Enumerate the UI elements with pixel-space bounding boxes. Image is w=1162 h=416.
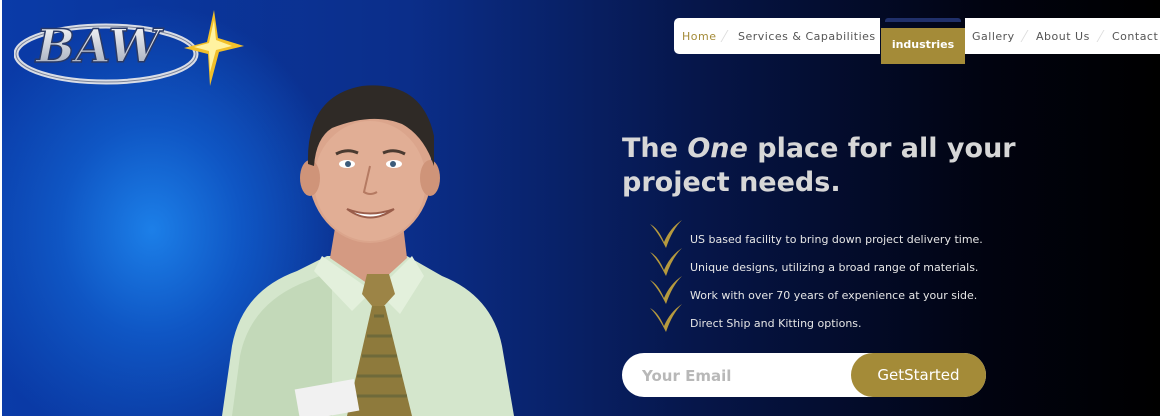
main-nav: Home Services & Capabilities industries … — [674, 18, 1160, 64]
headline-emphasis: One — [687, 133, 748, 164]
gold-checkmark-icon — [650, 276, 682, 304]
list-item: Direct Ship and Kitting options. — [648, 302, 1068, 332]
list-item: Work with over 70 years of expenience at… — [648, 274, 1068, 304]
list-item: US based facility to bring down project … — [648, 218, 1068, 248]
svg-text:BAW: BAW — [34, 19, 164, 73]
person-photo — [222, 85, 514, 416]
nav-industries-tab-top — [885, 18, 961, 22]
hero-banner: BAW Home Services & Capabilities industr… — [2, 0, 1160, 416]
nav-item-about[interactable]: About Us — [1036, 18, 1090, 54]
feature-list: US based facility to bring down project … — [648, 218, 1068, 332]
nav-item-gallery[interactable]: Gallery — [972, 18, 1015, 54]
feature-text: Direct Ship and Kitting options. — [690, 317, 862, 330]
headline-pre: The — [622, 133, 688, 164]
signup-form: GetStarted — [622, 353, 986, 399]
gold-checkmark-icon — [650, 248, 682, 276]
feature-text: US based facility to bring down project … — [690, 233, 983, 246]
nav-item-industries[interactable]: industries — [881, 28, 965, 64]
nav-item-home[interactable]: Home — [682, 18, 716, 54]
nav-item-contact[interactable]: Contact — [1112, 18, 1158, 54]
list-item: Unique designs, utilizing a broad range … — [648, 246, 1068, 276]
feature-text: Work with over 70 years of expenience at… — [690, 289, 978, 302]
hero-headline: The One place for all your project needs… — [622, 132, 1042, 200]
email-input[interactable] — [640, 353, 854, 399]
get-started-button[interactable]: GetStarted — [851, 353, 986, 397]
nav-item-services[interactable]: Services & Capabilities — [738, 18, 876, 54]
gold-checkmark-icon — [650, 220, 682, 248]
gold-checkmark-icon — [650, 304, 682, 332]
feature-text: Unique designs, utilizing a broad range … — [690, 261, 979, 274]
